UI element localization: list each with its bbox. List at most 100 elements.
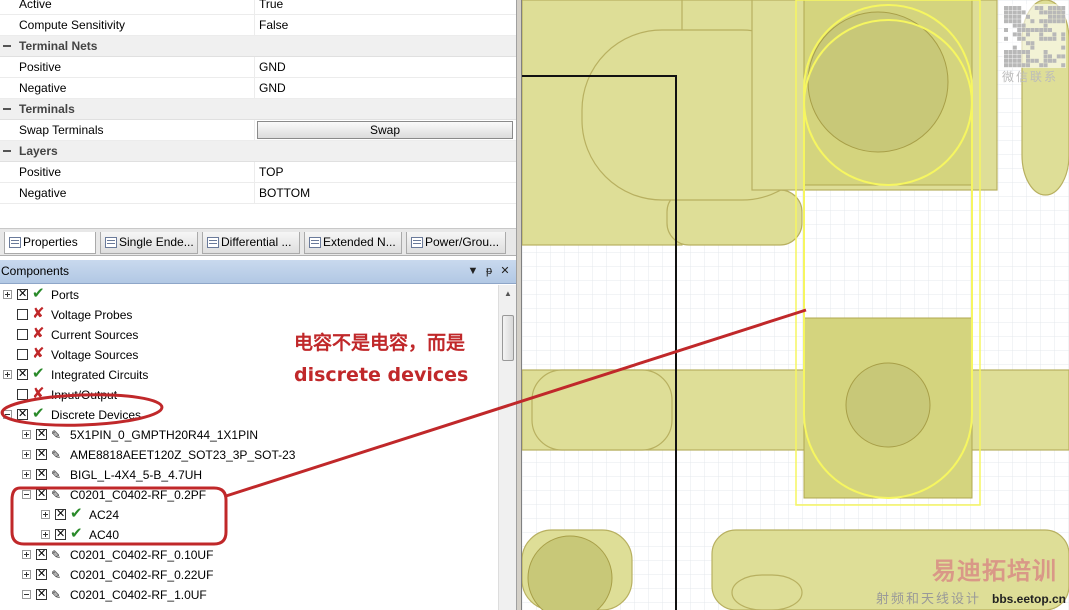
tree-node-label: AC24 <box>89 508 120 522</box>
tree-node[interactable]: ✘ Input/Output <box>0 385 498 405</box>
tab-grid-1[interactable]: Single Ende... <box>100 232 198 254</box>
category-label: Terminals <box>19 102 75 116</box>
copper-shape <box>731 574 803 610</box>
tree-node[interactable]: ✕ ✎ C0201_C0402-RF_0.22UF <box>0 565 498 585</box>
tree-node[interactable]: ✕ ✎ AME8818AEET120Z_SOT23_3P_SOT-23 <box>0 445 498 465</box>
tree-scrollbar[interactable]: ▲ <box>498 285 516 610</box>
tree-node[interactable]: ✕ ✔ AC24 <box>0 505 498 525</box>
expand-icon[interactable] <box>22 450 31 459</box>
tree-node[interactable]: ✕ ✔ Discrete Devices <box>0 405 498 425</box>
close-icon[interactable]: ✕ <box>498 264 512 278</box>
via-top[interactable] <box>807 11 949 153</box>
expand-icon[interactable] <box>22 570 31 579</box>
tree-checkbox[interactable]: ✕ <box>55 509 66 520</box>
expand-icon[interactable] <box>22 550 31 559</box>
tree-node[interactable]: ✕ ✔ AC40 <box>0 525 498 545</box>
tree-checkbox[interactable]: ✕ <box>17 289 28 300</box>
qr-label: 微信联系 <box>1002 70 1059 84</box>
property-value[interactable]: True <box>259 0 283 11</box>
expand-icon[interactable] <box>3 370 12 379</box>
tree-node[interactable]: ✕ ✎ C0201_C0402-RF_0.10UF <box>0 545 498 565</box>
property-row[interactable]: Swap Terminals Swap <box>0 120 516 141</box>
tree-checkbox[interactable]: ✕ <box>55 529 66 540</box>
tree-checkbox[interactable]: ✕ <box>17 369 28 380</box>
components-tree: ✕ ✔ Ports ✘ Voltage Probes ✘ Current Sources ✘ V… <box>0 285 498 610</box>
scroll-up-icon[interactable]: ▲ <box>502 289 514 301</box>
expand-icon[interactable] <box>3 290 12 299</box>
column-divider <box>254 15 255 36</box>
tree-node-label: Ports <box>51 288 80 302</box>
tab-grid-4[interactable]: Power/Grou... <box>406 232 506 254</box>
property-value[interactable]: GND <box>259 81 286 95</box>
expand-icon[interactable] <box>22 470 31 479</box>
tree-checkbox[interactable]: ✕ <box>36 469 47 480</box>
column-divider <box>254 57 255 78</box>
tree-node[interactable]: ✕ ✎ BIGL_L-4X4_5-B_4.7UH <box>0 465 498 485</box>
tree-node[interactable]: ✕ ✔ Integrated Circuits <box>0 365 498 385</box>
pin-icon[interactable]: ᵽ <box>482 264 496 278</box>
property-value[interactable]: BOTTOM <box>259 186 310 200</box>
tree-checkbox[interactable]: ✕ <box>36 489 47 500</box>
tree-checkbox[interactable] <box>17 389 28 400</box>
collapse-icon[interactable] <box>3 410 12 419</box>
tree-checkbox[interactable] <box>17 349 28 360</box>
swap-terminals-button[interactable]: Swap <box>257 121 513 139</box>
property-value[interactable]: TOP <box>259 165 283 179</box>
tree-node[interactable]: ✘ Current Sources <box>0 325 498 345</box>
expand-icon[interactable] <box>22 430 31 439</box>
tree-node[interactable]: ✕ ✎ 5X1PIN_0_GMPTH20R44_1X1PIN <box>0 425 498 445</box>
tree-node[interactable]: ✕ ✎ C0201_C0402-RF_1.0UF <box>0 585 498 605</box>
property-category[interactable]: Terminal Nets <box>0 36 516 57</box>
property-row[interactable]: Positive GND <box>0 57 516 78</box>
property-row[interactable]: Negative BOTTOM <box>0 183 516 204</box>
tree-node-label: C0201_C0402-RF_1.0UF <box>70 588 207 602</box>
tree-checkbox[interactable]: ✕ <box>36 589 47 600</box>
pcb-layout-view[interactable] <box>522 0 1069 610</box>
tree-checkbox[interactable]: ✕ <box>36 429 47 440</box>
tree-checkbox[interactable] <box>17 329 28 340</box>
tree-node[interactable]: ✘ Voltage Sources <box>0 345 498 365</box>
table-icon <box>309 237 321 248</box>
tree-checkbox[interactable] <box>17 309 28 320</box>
dropdown-icon[interactable]: ▼ <box>466 264 480 278</box>
collapse-icon[interactable] <box>22 490 31 499</box>
property-row[interactable]: Negative GND <box>0 78 516 99</box>
collapse-icon[interactable] <box>3 105 11 113</box>
tab-label: Single Ende... <box>119 235 194 249</box>
expand-icon[interactable] <box>41 510 50 519</box>
layout-canvas[interactable]: 微信联系 <box>522 0 1069 610</box>
tree-checkbox[interactable]: ✕ <box>36 449 47 460</box>
tree-checkbox[interactable]: ✕ <box>17 409 28 420</box>
property-category[interactable]: Layers <box>0 141 516 162</box>
tree-node-label: Discrete Devices <box>51 408 142 422</box>
scroll-thumb[interactable] <box>502 315 514 361</box>
tree-node-label: AME8818AEET120Z_SOT23_3P_SOT-23 <box>70 448 296 462</box>
collapse-icon[interactable] <box>22 590 31 599</box>
copper-shape <box>531 369 673 451</box>
tab-label: Power/Grou... <box>425 235 500 249</box>
via-bottom[interactable] <box>845 362 931 448</box>
collapse-icon[interactable] <box>3 42 11 50</box>
tree-node-label: Current Sources <box>51 328 139 342</box>
property-row[interactable]: Active True <box>0 0 516 15</box>
property-value[interactable]: False <box>259 18 288 32</box>
components-title: Components <box>1 264 70 278</box>
table-icon <box>105 237 117 248</box>
tab-properties[interactable]: Properties <box>4 232 96 254</box>
property-value[interactable]: GND <box>259 60 286 74</box>
tree-node[interactable]: ✘ Voltage Probes <box>0 305 498 325</box>
property-category[interactable]: Terminals <box>0 99 516 120</box>
cross-icon: ✘ <box>32 345 45 362</box>
property-row[interactable]: Positive TOP <box>0 162 516 183</box>
tab-grid-2[interactable]: Differential ... <box>202 232 300 254</box>
tree-checkbox[interactable]: ✕ <box>36 549 47 560</box>
tree-node-label: C0201_C0402-RF_0.22UF <box>70 568 214 582</box>
tab-grid-3[interactable]: Extended N... <box>304 232 402 254</box>
tree-node-label: BIGL_L-4X4_5-B_4.7UH <box>70 468 203 482</box>
expand-icon[interactable] <box>41 530 50 539</box>
property-row[interactable]: Compute Sensitivity False <box>0 15 516 36</box>
tree-node[interactable]: ✕ ✔ Ports <box>0 285 498 305</box>
tree-node[interactable]: ✕ ✎ C0201_C0402-RF_0.2PF <box>0 485 498 505</box>
collapse-icon[interactable] <box>3 147 11 155</box>
tree-checkbox[interactable]: ✕ <box>36 569 47 580</box>
